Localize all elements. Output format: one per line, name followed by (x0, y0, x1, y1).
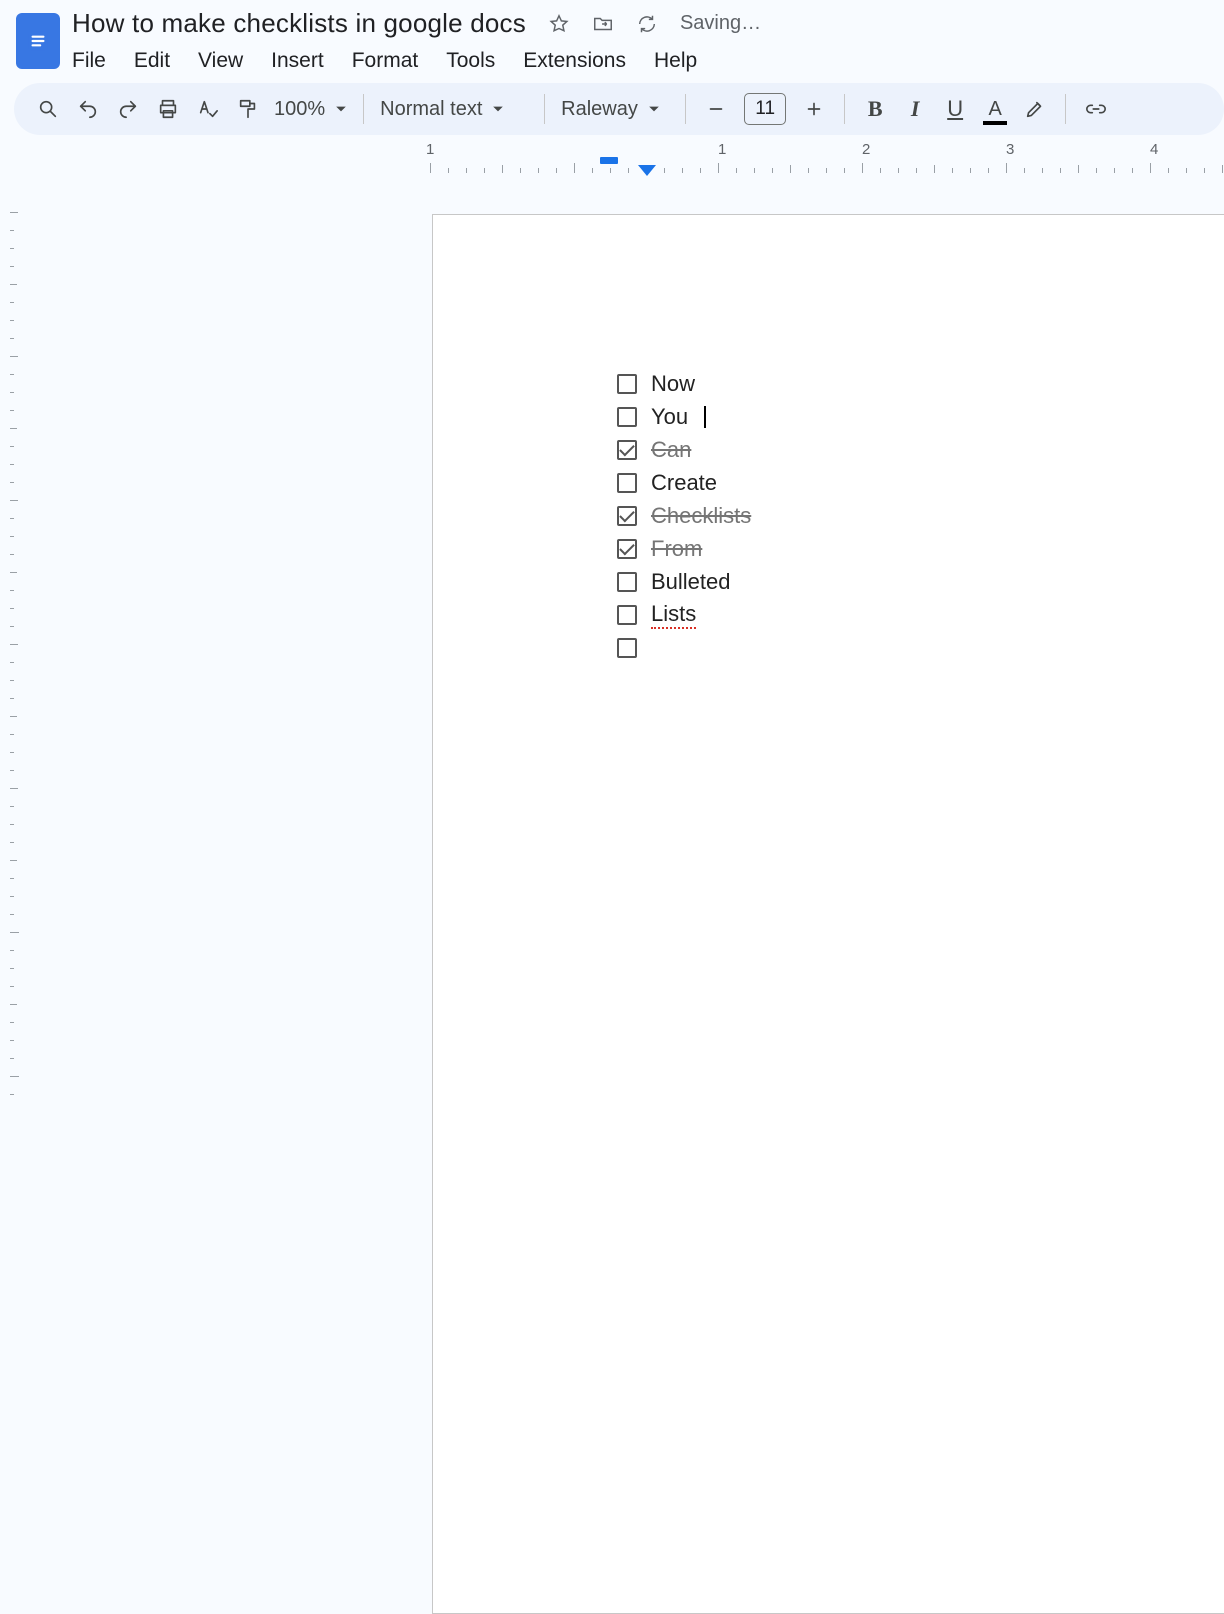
bold-button[interactable]: B (855, 89, 895, 129)
ruler-number: 2 (862, 141, 870, 158)
highlight-icon[interactable] (1015, 89, 1055, 129)
font-value: Raleway (561, 98, 638, 121)
checkbox[interactable] (617, 440, 637, 460)
first-line-indent-marker[interactable] (600, 157, 618, 164)
checkbox[interactable] (617, 605, 637, 625)
spellcheck-icon[interactable] (188, 89, 228, 129)
text-color-button[interactable]: A (975, 89, 1015, 129)
star-icon[interactable] (548, 13, 570, 35)
paragraph-style-select[interactable]: Normal text (374, 98, 534, 121)
checklist-text[interactable]: Create (651, 470, 717, 496)
insert-link-icon[interactable] (1076, 89, 1116, 129)
menu-format[interactable]: Format (352, 49, 419, 73)
checkbox[interactable] (617, 539, 637, 559)
checklist-item[interactable]: Now (617, 367, 751, 400)
caret-down-icon (648, 98, 660, 121)
caret-down-icon (335, 98, 347, 121)
toolbar: 100% Normal text Raleway B I U A (14, 83, 1224, 135)
document-page[interactable]: Now You Can Create Checklists From Bulleted Lis… (432, 214, 1224, 1614)
search-icon[interactable] (28, 89, 68, 129)
checklist-text[interactable]: From (651, 536, 702, 562)
paragraph-style-value: Normal text (380, 98, 482, 121)
document-canvas: Now You Can Create Checklists From Bulleted Lis… (18, 200, 1224, 834)
caret-down-icon (492, 98, 504, 121)
ruler-number: 3 (1006, 141, 1014, 158)
vertical-ruler[interactable] (0, 212, 20, 834)
zoom-value: 100% (274, 98, 325, 121)
menu-view[interactable]: View (198, 49, 243, 73)
menu-tools[interactable]: Tools (446, 49, 495, 73)
menu-help[interactable]: Help (654, 49, 697, 73)
checklist-item[interactable]: You (617, 400, 751, 433)
font-select[interactable]: Raleway (555, 98, 675, 121)
menu-insert[interactable]: Insert (271, 49, 324, 73)
left-indent-marker[interactable] (638, 165, 656, 176)
checklist-text[interactable]: Bulleted (651, 569, 731, 595)
print-icon[interactable] (148, 89, 188, 129)
menu-extensions[interactable]: Extensions (523, 49, 626, 73)
checkbox[interactable] (617, 473, 637, 493)
checklist-item[interactable] (617, 631, 751, 664)
checklist-item[interactable]: Create (617, 466, 751, 499)
horizontal-ruler[interactable]: 1 1 2 3 4 (0, 141, 1224, 179)
font-size-input[interactable] (744, 93, 786, 125)
cloud-sync-icon (636, 13, 658, 35)
checklist-item[interactable]: Can (617, 433, 751, 466)
ruler-number: 4 (1150, 141, 1158, 158)
checklist-item[interactable]: Lists (617, 598, 751, 631)
ruler-number: 1 (426, 141, 434, 158)
checkbox[interactable] (617, 572, 637, 592)
text-cursor (704, 406, 706, 428)
checklist-text[interactable]: Checklists (651, 503, 751, 529)
move-folder-icon[interactable] (592, 13, 614, 35)
ruler-number: 1 (718, 141, 726, 158)
redo-icon[interactable] (108, 89, 148, 129)
save-status: Saving… (680, 12, 761, 35)
underline-button[interactable]: U (935, 89, 975, 129)
checkbox[interactable] (617, 506, 637, 526)
checklist-item[interactable]: From (617, 532, 751, 565)
decrease-font-size-icon[interactable] (696, 89, 736, 129)
paint-format-icon[interactable] (228, 89, 268, 129)
checklist-text[interactable]: Now (651, 371, 695, 397)
undo-icon[interactable] (68, 89, 108, 129)
checklist-item[interactable]: Bulleted (617, 565, 751, 598)
menu-edit[interactable]: Edit (134, 49, 170, 73)
checklist-text[interactable]: You (651, 404, 688, 430)
italic-button[interactable]: I (895, 89, 935, 129)
checkbox[interactable] (617, 638, 637, 658)
document-title[interactable]: How to make checklists in google docs (72, 6, 526, 41)
checkbox[interactable] (617, 374, 637, 394)
checklist-text[interactable]: Can (651, 437, 691, 463)
zoom-select[interactable]: 100% (268, 98, 353, 121)
docs-app-icon[interactable] (16, 13, 60, 69)
menu-file[interactable]: File (72, 49, 106, 73)
increase-font-size-icon[interactable] (794, 89, 834, 129)
checkbox[interactable] (617, 407, 637, 427)
checklist-text[interactable]: Lists (651, 601, 696, 629)
checklist-item[interactable]: Checklists (617, 499, 751, 532)
